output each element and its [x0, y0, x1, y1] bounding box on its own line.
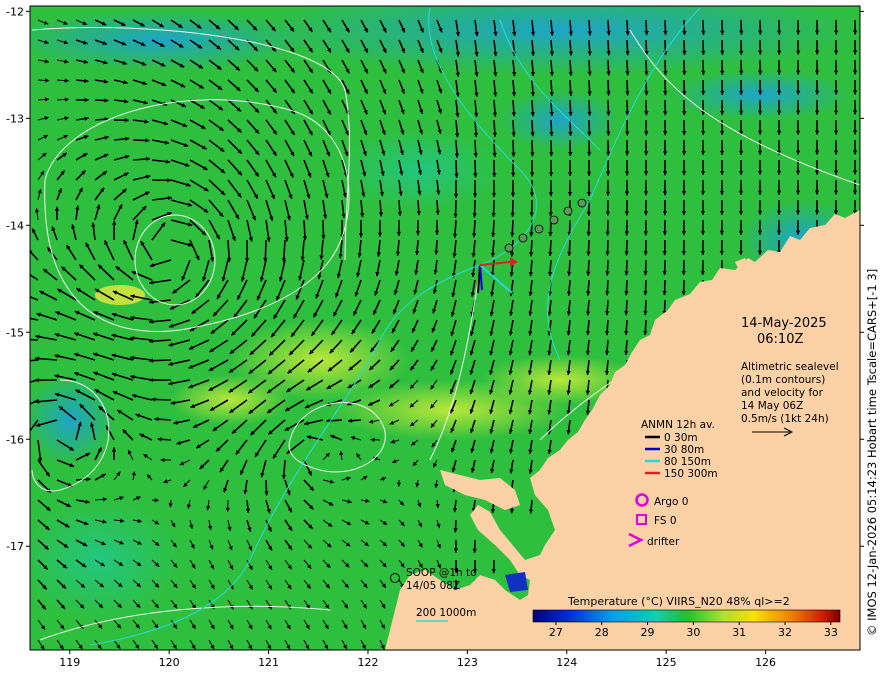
- sst-cool-patch: [30, 10, 310, 70]
- lat-tick-label: -15: [6, 326, 24, 339]
- lat-tick-label: -12: [6, 5, 24, 18]
- colorbar-gradient: [532, 609, 841, 623]
- drifter-label: drifter: [647, 536, 680, 548]
- anmn-legend-label: 0 30m: [664, 432, 698, 444]
- anmn-legend-label: 30 80m: [664, 444, 704, 456]
- lat-tick-label: -13: [6, 112, 24, 125]
- lon-tick-label: 126: [755, 656, 776, 669]
- colorbar-tick-label: 28: [595, 626, 609, 639]
- track-point: [518, 233, 528, 243]
- altimetry-line: Altimetric sealevel: [741, 361, 839, 373]
- argo-label: Argo 0: [654, 496, 688, 508]
- lat-tick-label: -16: [6, 433, 24, 446]
- date-label: 14-May-2025: [741, 316, 827, 331]
- colorbar-tick-label: 33: [824, 626, 838, 639]
- velocity-arrow-head: [19, 315, 23, 319]
- colorbar-tick-label: 32: [778, 626, 792, 639]
- velocity-arrow-head: [17, 382, 21, 386]
- track-point: [577, 198, 587, 208]
- lon-tick-label: 125: [656, 656, 677, 669]
- colorbar-tick-label: 29: [641, 626, 655, 639]
- velocity-arrow-head: [16, 359, 20, 363]
- soop-label: SOOP @1h to: [406, 567, 477, 579]
- lon-tick-label: 123: [457, 656, 478, 669]
- time-label: 06:10Z: [757, 332, 803, 347]
- track-point: [534, 224, 544, 234]
- colorbar-title: Temperature (°C) VIIRS_N20 48% ql>=2: [567, 595, 790, 608]
- isobath-legend: 200 1000m: [416, 607, 476, 622]
- lon-tick-label: 121: [258, 656, 279, 669]
- lon-tick-label: 124: [556, 656, 577, 669]
- sst-cool-patch: [500, 90, 620, 150]
- sst-cool-patch: [30, 375, 115, 465]
- map-plot-area: [16, 6, 860, 650]
- lon-tick-label: 120: [159, 656, 180, 669]
- track-point: [563, 206, 573, 216]
- fs-label: FS 0: [654, 515, 677, 527]
- anmn-legend-title: ANMN 12h av.: [641, 419, 715, 431]
- velocity-arrow-head: [22, 293, 27, 297]
- colorbar-tick-label: 27: [549, 626, 563, 639]
- track-point: [549, 215, 559, 225]
- altimetry-line: and velocity for: [741, 387, 824, 399]
- colorbar-tick-label: 31: [732, 626, 746, 639]
- ocean-map: 119 120 121 122 123 124 125 126 -12 -13 -14 -15 -16…: [6, 5, 879, 669]
- velocity-arrow-head: [18, 406, 23, 410]
- velocity-arrow-head: [25, 271, 30, 275]
- altimetry-line: 14 May 06Z: [741, 400, 803, 412]
- lon-tick-label: 122: [357, 656, 378, 669]
- lon-tick-label: 119: [59, 656, 80, 669]
- altimetry-line: (0.1m contours): [741, 374, 825, 386]
- lat-tick-label: -17: [6, 540, 24, 553]
- anmn-legend-label: 150 300m: [664, 468, 718, 480]
- track-point: [504, 243, 514, 253]
- colorbar-tick-label: 30: [686, 626, 700, 639]
- altimetry-line: 0.5m/s (1kt 24h): [741, 413, 829, 425]
- soop-label: 14/05 08Z: [406, 580, 460, 592]
- sst-teal-patch: [30, 500, 180, 620]
- anmn-legend-label: 80 150m: [664, 456, 711, 468]
- lat-tick-label: -14: [6, 219, 24, 232]
- lon-axis: 119 120 121 122 123 124 125 126: [59, 650, 776, 669]
- velocity-arrow-head: [25, 433, 29, 438]
- credit-text: © IMOS 12-Jan-2026 05:14:23 Hobart time …: [865, 269, 879, 636]
- isobath-label: 200 1000m: [416, 607, 476, 619]
